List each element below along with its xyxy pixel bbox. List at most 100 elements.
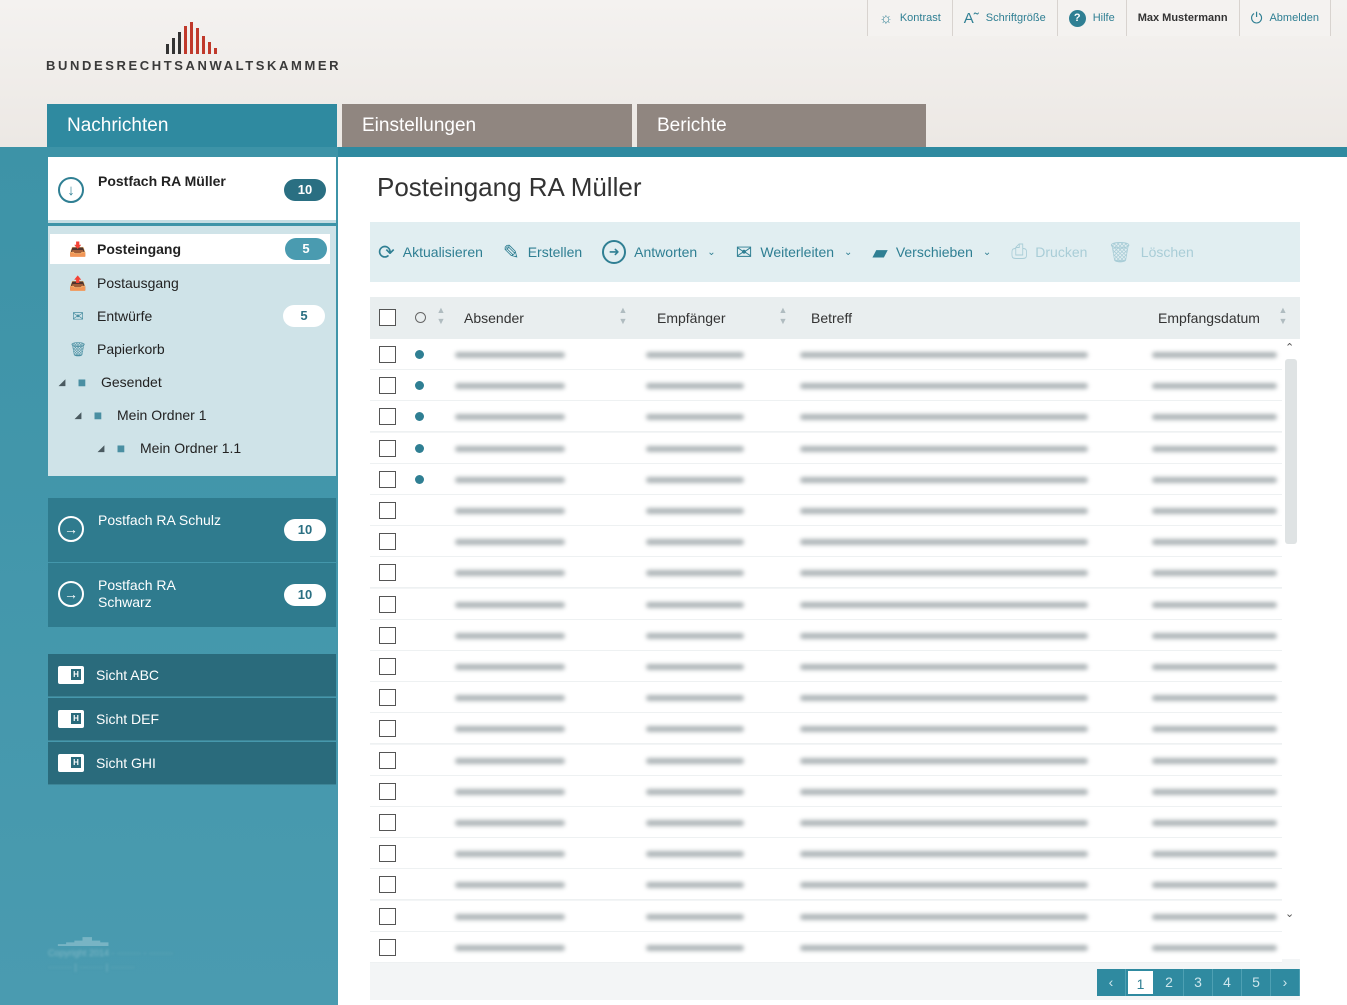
tab-berichte[interactable]: Berichte: [637, 104, 926, 147]
scroll-up-icon[interactable]: ⌃: [1285, 341, 1294, 354]
table-row[interactable]: [370, 557, 1282, 589]
table-row[interactable]: [370, 619, 1282, 651]
view-ghi[interactable]: Sicht GHI: [48, 742, 336, 785]
page-3[interactable]: 3: [1184, 969, 1213, 996]
chevron-down-icon[interactable]: ⌄: [983, 247, 991, 258]
blurred-subject: [800, 820, 1088, 826]
kontrast-link[interactable]: ☼ Kontrast: [867, 0, 952, 36]
table-row[interactable]: [370, 775, 1282, 807]
chevron-down-icon[interactable]: ⌄: [844, 247, 852, 258]
drucken-button[interactable]: ⎙ Drucken: [1011, 241, 1087, 264]
verschieben-button[interactable]: ▰ Verschieben ⌄: [872, 240, 991, 265]
row-checkbox[interactable]: [379, 533, 396, 551]
abmelden-link[interactable]: ⏻ Abmelden: [1238, 0, 1331, 36]
expand-triangle-icon[interactable]: ◢: [95, 443, 107, 454]
page-5[interactable]: 5: [1242, 969, 1271, 996]
view-def[interactable]: Sicht DEF: [48, 698, 336, 741]
loeschen-button[interactable]: 🗑 Löschen: [1107, 240, 1193, 265]
row-checkbox[interactable]: [379, 658, 396, 675]
next-page-icon[interactable]: ›: [1271, 969, 1300, 996]
table-scrollbar[interactable]: ⌃ ⌄: [1282, 339, 1300, 959]
folder-entwuerfe[interactable]: ✉ Entwürfe 5: [48, 301, 336, 331]
row-checkbox[interactable]: [379, 564, 396, 582]
table-row[interactable]: [370, 682, 1282, 714]
view-abc[interactable]: Sicht ABC: [48, 654, 336, 697]
scrollbar-thumb[interactable]: [1285, 359, 1297, 544]
hilfe-link[interactable]: ? Hilfe: [1056, 0, 1126, 36]
row-checkbox[interactable]: [379, 907, 396, 925]
row-checkbox[interactable]: [379, 814, 396, 831]
chevron-down-icon[interactable]: ⌄: [707, 247, 715, 258]
page-2[interactable]: 2: [1155, 969, 1184, 996]
page-4[interactable]: 4: [1213, 969, 1242, 996]
table-row[interactable]: [370, 869, 1282, 901]
scroll-down-icon[interactable]: ⌄: [1285, 907, 1294, 920]
table-row[interactable]: [370, 838, 1282, 870]
column-empfaenger[interactable]: Empfänger: [657, 310, 725, 326]
sort-arrows-icon[interactable]: ▲ ▼: [434, 305, 448, 331]
mailbox-schwarz[interactable]: → Postfach RA Schwarz 10: [48, 563, 336, 627]
row-checkbox[interactable]: [379, 626, 396, 644]
table-row[interactable]: [370, 432, 1282, 464]
folder-posteingang[interactable]: 📥 Posteingang 5: [50, 234, 330, 264]
row-checkbox[interactable]: [379, 408, 396, 426]
table-row[interactable]: [370, 463, 1282, 495]
folder-label: Entwürfe: [97, 308, 153, 324]
row-checkbox[interactable]: [379, 377, 396, 395]
folder-mein-ordner-1-1[interactable]: ◢ ■ Mein Ordner 1.1: [48, 433, 336, 463]
tab-einstellungen[interactable]: Einstellungen: [342, 104, 632, 147]
blurred-date: [1152, 539, 1277, 546]
mailbox-schulz[interactable]: → Postfach RA Schulz 10: [48, 498, 336, 562]
row-checkbox[interactable]: [379, 938, 396, 956]
schriftgroesse-link[interactable]: A˜ Schriftgröße: [951, 0, 1057, 36]
row-checkbox[interactable]: [379, 876, 396, 894]
table-row[interactable]: [370, 526, 1282, 558]
blurred-sender: [455, 414, 565, 421]
sort-arrows-icon[interactable]: ▲ ▼: [776, 305, 790, 331]
select-all-checkbox[interactable]: [379, 309, 396, 326]
sort-arrows-icon[interactable]: ▲ ▼: [616, 305, 630, 331]
row-checkbox[interactable]: [379, 502, 396, 519]
table-row[interactable]: [370, 744, 1282, 776]
row-checkbox[interactable]: [379, 845, 396, 863]
row-checkbox[interactable]: [379, 782, 396, 800]
folder-mein-ordner-1[interactable]: ◢ ■ Mein Ordner 1: [48, 400, 336, 430]
row-checkbox[interactable]: [379, 720, 396, 738]
message-table: ▲ ▼ Absender ▲ ▼ Empfänger ▲ ▼ Betreff Empf…: [370, 297, 1300, 1000]
table-row[interactable]: [370, 401, 1282, 433]
table-row[interactable]: [370, 900, 1282, 932]
row-checkbox[interactable]: [379, 346, 396, 363]
table-row[interactable]: [370, 807, 1282, 838]
row-checkbox[interactable]: [379, 689, 396, 707]
table-row[interactable]: [370, 339, 1282, 370]
aktualisieren-button[interactable]: ⟳ Aktualisieren: [378, 240, 483, 265]
table-row[interactable]: [370, 713, 1282, 745]
erstellen-button[interactable]: ✎ Erstellen: [503, 240, 582, 265]
tab-nachrichten[interactable]: Nachrichten: [47, 104, 337, 147]
column-betreff[interactable]: Betreff: [811, 310, 852, 326]
table-row[interactable]: [370, 651, 1282, 682]
antworten-button[interactable]: ➜ Antworten ⌄: [602, 240, 716, 264]
mailbox-active[interactable]: ↓ Postfach RA Müller 10: [48, 157, 336, 223]
table-row[interactable]: [370, 370, 1282, 402]
page-1[interactable]: 1: [1126, 969, 1155, 996]
column-empfangsdatum[interactable]: Empfangsdatum: [1158, 310, 1260, 326]
table-row[interactable]: [370, 931, 1282, 963]
row-checkbox[interactable]: [379, 751, 396, 769]
table-row[interactable]: [370, 495, 1282, 526]
row-checkbox[interactable]: [379, 595, 396, 613]
folder-papierkorb[interactable]: 🗑 Papierkorb: [48, 334, 336, 364]
prev-page-icon[interactable]: ‹: [1097, 969, 1126, 996]
column-absender[interactable]: Absender: [464, 310, 524, 326]
row-checkbox[interactable]: [379, 470, 396, 488]
sort-arrows-icon[interactable]: ▲ ▼: [1276, 305, 1290, 331]
table-row[interactable]: [370, 588, 1282, 620]
folder-gesendet[interactable]: ◢ ■ Gesendet: [48, 367, 336, 397]
expand-triangle-icon[interactable]: ◢: [56, 377, 68, 388]
bundesrechtsanwaltskammer-logo[interactable]: BUNDESRECHTSANWALTSKAMMER: [46, 22, 346, 82]
row-checkbox[interactable]: [379, 439, 396, 457]
user-name[interactable]: Max Mustermann: [1125, 0, 1239, 36]
folder-postausgang[interactable]: 📤 Postausgang: [48, 268, 336, 298]
expand-triangle-icon[interactable]: ◢: [72, 410, 84, 421]
weiterleiten-button[interactable]: ✉ Weiterleiten ⌄: [736, 240, 853, 265]
